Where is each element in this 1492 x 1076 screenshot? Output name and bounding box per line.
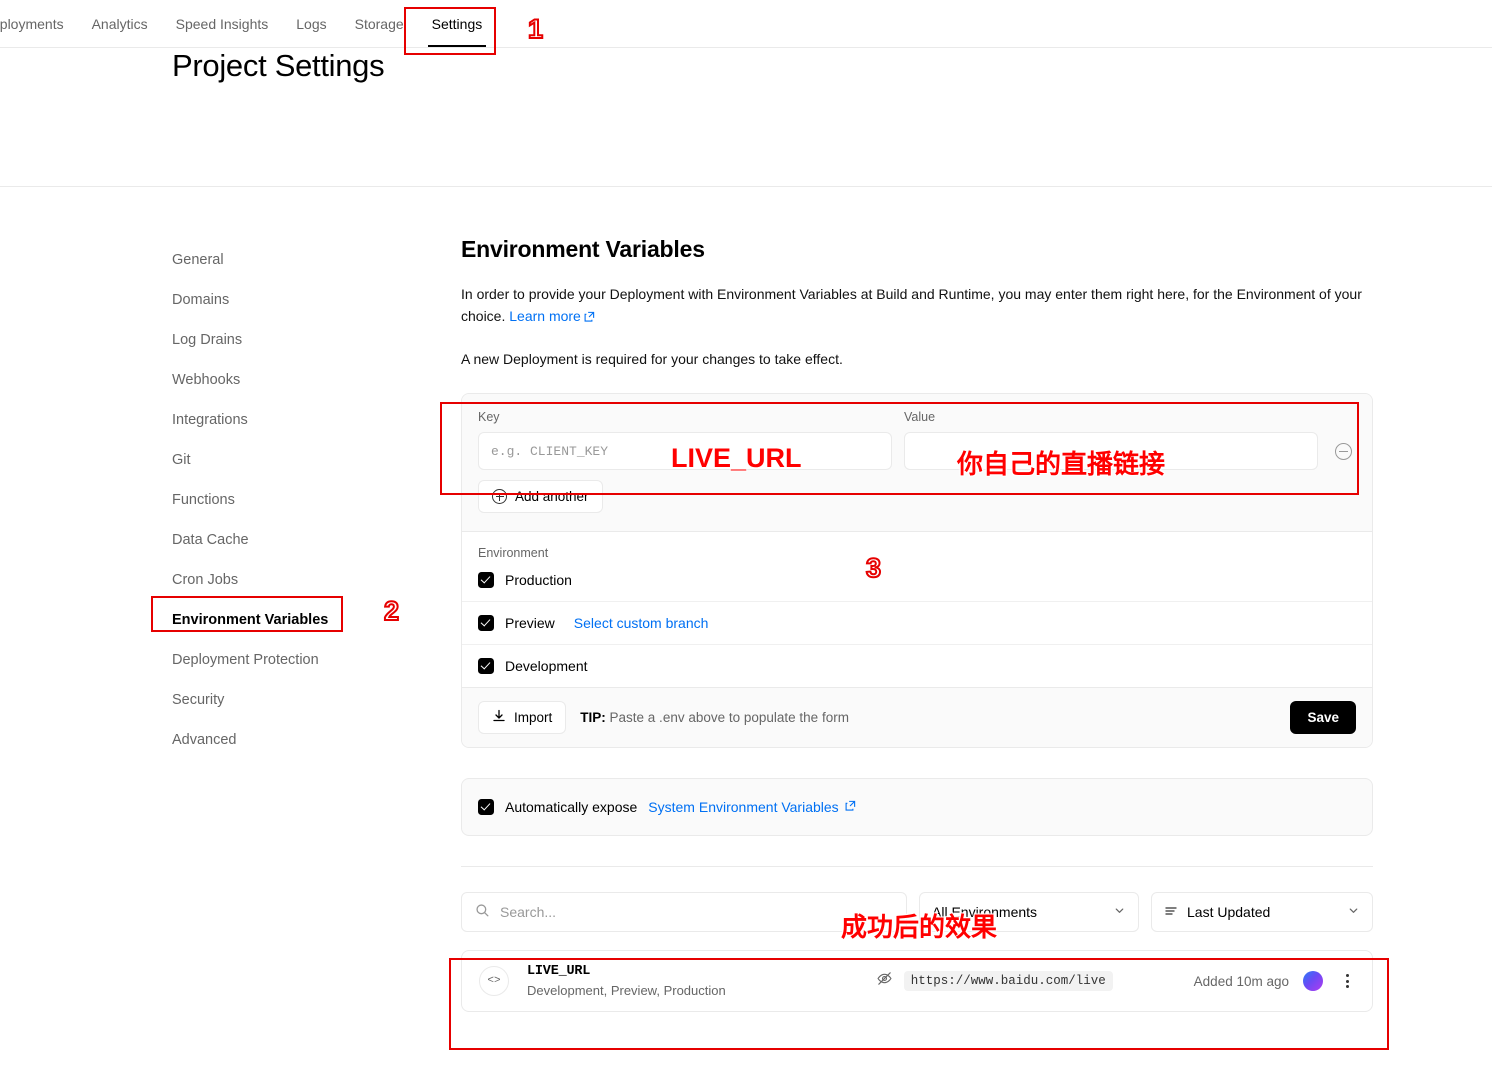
environment-row-production[interactable]: Production bbox=[462, 564, 1372, 601]
circle-plus-icon bbox=[492, 489, 507, 504]
circle-minus-icon bbox=[1334, 442, 1352, 460]
row-names: LIVE_URL Development, Preview, Productio… bbox=[527, 964, 726, 998]
sidebar-item-general[interactable]: General bbox=[172, 240, 442, 280]
filter-bar: Search... All Environments Last Updated bbox=[461, 892, 1373, 932]
nav-tab-list: eployments Analytics Speed Insights Logs… bbox=[0, 0, 496, 47]
sort-icon bbox=[1164, 904, 1178, 921]
section-divider bbox=[461, 866, 1373, 867]
description-text: In order to provide your Deployment with… bbox=[461, 286, 1362, 324]
import-button[interactable]: Import bbox=[478, 701, 567, 734]
environment-name-preview: Preview bbox=[505, 615, 555, 631]
auto-expose-card: Automatically expose System Environment … bbox=[461, 778, 1373, 836]
sidebar-item-webhooks[interactable]: Webhooks bbox=[172, 360, 442, 400]
screenshot-root: eployments Analytics Speed Insights Logs… bbox=[0, 0, 1492, 1076]
search-input[interactable]: Search... bbox=[461, 892, 907, 932]
search-placeholder: Search... bbox=[500, 904, 557, 920]
settings-sidebar: General Domains Log Drains Webhooks Inte… bbox=[172, 240, 442, 760]
deployment-note: A new Deployment is required for your ch… bbox=[461, 351, 843, 367]
download-icon bbox=[492, 709, 506, 726]
form-footer: Import TIP: Paste a .env above to popula… bbox=[462, 687, 1372, 747]
search-icon bbox=[475, 903, 490, 921]
main-content: Environment Variables In order to provid… bbox=[461, 236, 1373, 1012]
environment-filter-select[interactable]: All Environments bbox=[919, 892, 1139, 932]
row-menu-button[interactable] bbox=[1339, 974, 1355, 988]
nav-tab-logs[interactable]: Logs bbox=[282, 0, 340, 47]
sidebar-item-cron-jobs[interactable]: Cron Jobs bbox=[172, 560, 442, 600]
save-button[interactable]: Save bbox=[1290, 701, 1356, 734]
form-tip: TIP: Paste a .env above to populate the … bbox=[580, 710, 849, 725]
section-description: In order to provide your Deployment with… bbox=[461, 283, 1373, 328]
system-env-vars-link[interactable]: System Environment Variables bbox=[648, 799, 838, 815]
external-link-icon bbox=[584, 306, 595, 328]
eye-off-icon[interactable] bbox=[876, 970, 893, 992]
value-label: Value bbox=[904, 410, 936, 424]
nav-tab-storage[interactable]: Storage bbox=[341, 0, 418, 47]
sidebar-item-security[interactable]: Security bbox=[172, 680, 442, 720]
chevron-down-icon bbox=[1113, 904, 1126, 920]
environment-label: Environment bbox=[478, 546, 549, 560]
environment-row-preview[interactable]: Preview Select custom branch bbox=[462, 601, 1372, 644]
environment-name-production: Production bbox=[505, 572, 572, 588]
select-custom-branch-link[interactable]: Select custom branch bbox=[574, 615, 709, 631]
row-added-time: Added 10m ago bbox=[1193, 973, 1289, 989]
code-icon: <> bbox=[479, 966, 509, 996]
page-title: Project Settings bbox=[172, 48, 385, 83]
top-navigation: eployments Analytics Speed Insights Logs… bbox=[0, 0, 1492, 48]
row-value-group: https://www.baidu.com/live bbox=[876, 970, 1113, 992]
checkbox-auto-expose[interactable] bbox=[478, 799, 494, 815]
key-value-section: Key e.g. CLIENT_KEY Value Add another bbox=[462, 394, 1372, 531]
avatar bbox=[1303, 971, 1323, 991]
table-row[interactable]: <> LIVE_URL Development, Preview, Produc… bbox=[461, 950, 1373, 1012]
key-column: Key e.g. CLIENT_KEY bbox=[478, 410, 892, 470]
key-value-row: Key e.g. CLIENT_KEY Value bbox=[478, 410, 1356, 470]
sidebar-item-functions[interactable]: Functions bbox=[172, 480, 442, 520]
sidebar-item-deployment-protection[interactable]: Deployment Protection bbox=[172, 640, 442, 680]
sidebar-item-environment-variables[interactable]: Environment Variables bbox=[172, 600, 442, 640]
environment-name-development: Development bbox=[505, 658, 588, 674]
value-input[interactable] bbox=[904, 432, 1318, 470]
sort-value: Last Updated bbox=[1187, 904, 1271, 920]
sort-select[interactable]: Last Updated bbox=[1151, 892, 1373, 932]
row-environments: Development, Preview, Production bbox=[527, 983, 726, 998]
remove-row-button[interactable] bbox=[1330, 432, 1356, 470]
tip-prefix: TIP: bbox=[580, 710, 606, 725]
row-value: https://www.baidu.com/live bbox=[903, 971, 1113, 991]
nav-tab-speed-insights[interactable]: Speed Insights bbox=[162, 0, 283, 47]
key-input[interactable]: e.g. CLIENT_KEY bbox=[478, 432, 892, 470]
sidebar-item-domains[interactable]: Domains bbox=[172, 280, 442, 320]
sidebar-item-advanced[interactable]: Advanced bbox=[172, 720, 442, 760]
sidebar-item-integrations[interactable]: Integrations bbox=[172, 400, 442, 440]
chevron-down-icon-sort bbox=[1347, 904, 1360, 920]
row-key: LIVE_URL bbox=[527, 964, 591, 979]
section-heading: Environment Variables bbox=[461, 236, 705, 262]
checkbox-development[interactable] bbox=[478, 658, 494, 674]
environment-filter-value: All Environments bbox=[932, 904, 1038, 920]
environment-section: Environment Production Preview Select cu… bbox=[462, 531, 1372, 687]
nav-tab-analytics[interactable]: Analytics bbox=[78, 0, 162, 47]
import-label: Import bbox=[514, 710, 553, 725]
environment-row-development[interactable]: Development bbox=[462, 644, 1372, 687]
add-another-label: Add another bbox=[515, 489, 589, 504]
learn-more-link[interactable]: Learn more bbox=[509, 308, 581, 324]
sidebar-item-log-drains[interactable]: Log Drains bbox=[172, 320, 442, 360]
tip-text: Paste a .env above to populate the form bbox=[609, 710, 849, 725]
checkbox-preview[interactable] bbox=[478, 615, 494, 631]
sidebar-item-git[interactable]: Git bbox=[172, 440, 442, 480]
env-var-form-card: Key e.g. CLIENT_KEY Value Add another En… bbox=[461, 393, 1373, 748]
key-label: Key bbox=[478, 410, 500, 424]
auto-expose-text: Automatically expose bbox=[505, 799, 638, 815]
value-column: Value bbox=[904, 410, 1318, 470]
nav-tab-deployments[interactable]: eployments bbox=[0, 0, 78, 47]
nav-tab-settings[interactable]: Settings bbox=[418, 0, 497, 47]
sidebar-item-data-cache[interactable]: Data Cache bbox=[172, 520, 442, 560]
add-another-button[interactable]: Add another bbox=[478, 480, 603, 513]
external-link-icon-expose bbox=[845, 798, 856, 816]
checkbox-production[interactable] bbox=[478, 572, 494, 588]
